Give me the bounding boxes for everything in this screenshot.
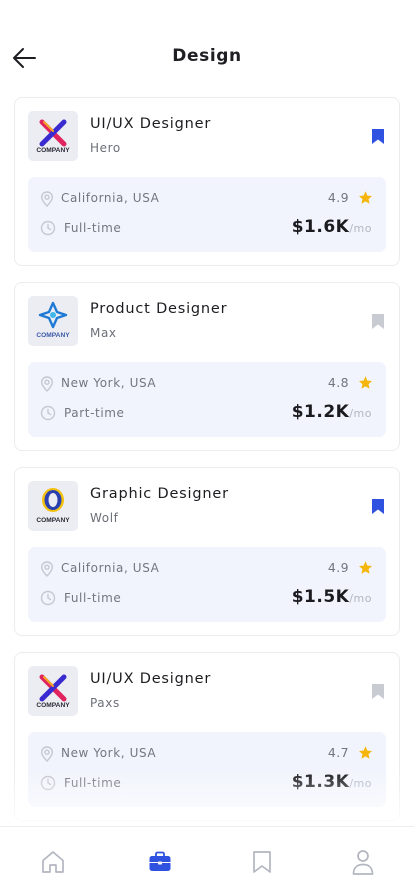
company-name: Paxs (90, 696, 120, 710)
logo-text: COMPANY (36, 517, 70, 524)
bookmark-button[interactable] (369, 126, 387, 146)
logo-text: COMPANY (36, 332, 70, 339)
job-title: UI/UX Designer (90, 116, 212, 132)
salary-period: /mo (349, 407, 372, 420)
bookmark-icon (253, 851, 271, 873)
page-title: Design (172, 46, 242, 66)
nav-home[interactable] (35, 847, 71, 877)
rating-value: 4.9 (327, 560, 349, 575)
salary-period: /mo (349, 777, 372, 790)
star-icon (358, 376, 373, 389)
logo-text: COMPANY (36, 147, 70, 154)
rating-value: 4.8 (327, 375, 349, 390)
location-pin-icon (40, 746, 54, 762)
company-logo: COMPANY (28, 481, 78, 531)
salary: $1.2K/mo (292, 402, 372, 422)
job-details: New York, USA 4.8 Part-time $1.2K/mo (28, 362, 386, 437)
bookmark-icon (372, 313, 384, 329)
bookmark-button[interactable] (369, 311, 387, 331)
logo-text: COMPANY (36, 702, 70, 709)
job-card[interactable]: COMPANY Product Designer Max New York, U… (14, 282, 400, 451)
rating-value: 4.9 (327, 190, 349, 205)
nav-profile[interactable] (345, 847, 381, 877)
salary: $1.3K/mo (292, 772, 372, 792)
top-bar: Design (0, 0, 414, 110)
job-card[interactable]: COMPANY UI/UX Designer Paxs New York, US… (14, 652, 400, 821)
clock-icon (40, 220, 56, 236)
location-text: New York, USA (61, 376, 157, 390)
bottom-nav (0, 826, 414, 896)
company-logo: COMPANY (28, 296, 78, 346)
nav-jobs[interactable] (142, 847, 178, 877)
salary: $1.6K/mo (292, 217, 372, 237)
salary-period: /mo (349, 592, 372, 605)
clock-icon (40, 590, 56, 606)
star-icon (358, 561, 373, 574)
job-card[interactable]: COMPANY Graphic Designer Wolf California… (14, 467, 400, 636)
company-name: Max (90, 326, 117, 340)
location-pin-icon (40, 376, 54, 392)
salary-period: /mo (349, 222, 372, 235)
salary-amount: $1.5K (291, 587, 350, 607)
job-details: California, USA 4.9 Full-time $1.5K/mo (28, 547, 386, 622)
employment-type: Full-time (64, 591, 122, 605)
location-pin-icon (40, 191, 54, 207)
job-details: New York, USA 4.7 Full-time $1.3K/mo (28, 732, 386, 807)
bookmark-icon (372, 498, 384, 514)
home-icon (42, 851, 64, 873)
location-pin-icon (40, 561, 54, 577)
clock-icon (40, 775, 56, 791)
salary-amount: $1.3K (291, 772, 350, 792)
employment-type: Full-time (64, 221, 122, 235)
salary: $1.5K/mo (292, 587, 372, 607)
star-icon (358, 191, 373, 204)
bookmark-icon (372, 128, 384, 144)
star-icon (358, 746, 373, 759)
job-title: UI/UX Designer (90, 671, 212, 687)
company-name: Wolf (90, 511, 119, 525)
user-icon (352, 850, 374, 875)
briefcase-icon (149, 851, 171, 871)
job-details: California, USA 4.9 Full-time $1.6K/mo (28, 177, 386, 252)
bookmark-button[interactable] (369, 496, 387, 516)
clock-icon (40, 405, 56, 421)
job-card[interactable]: COMPANY UI/UX Designer Hero California, … (14, 97, 400, 266)
salary-amount: $1.6K (291, 217, 350, 237)
nav-saved[interactable] (244, 847, 280, 877)
location-text: New York, USA (61, 746, 157, 760)
employment-type: Part-time (64, 406, 125, 420)
salary-amount: $1.2K (291, 402, 350, 422)
bookmark-button[interactable] (369, 681, 387, 701)
bookmark-icon (372, 683, 384, 699)
employment-type: Full-time (64, 776, 122, 790)
rating-value: 4.7 (327, 745, 349, 760)
company-logo: COMPANY (28, 666, 78, 716)
company-logo: COMPANY (28, 111, 78, 161)
location-text: California, USA (61, 561, 160, 575)
job-title: Product Designer (90, 301, 228, 317)
job-list: COMPANY UI/UX Designer Hero California, … (14, 97, 400, 837)
company-name: Hero (90, 141, 121, 155)
job-title: Graphic Designer (90, 486, 229, 502)
location-text: California, USA (61, 191, 160, 205)
